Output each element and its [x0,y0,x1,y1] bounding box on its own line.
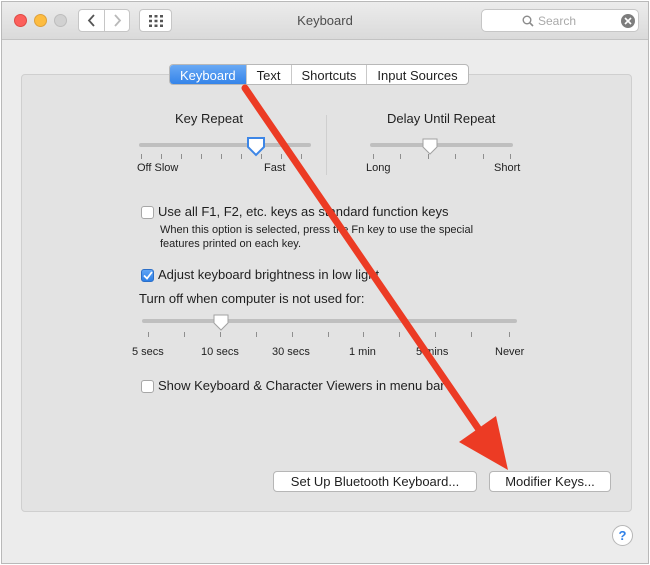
tab-text[interactable]: Text [247,65,292,84]
delay-knob[interactable] [421,137,439,156]
brightness-label[interactable]: Adjust keyboard brightness in low light [158,267,379,282]
turn-off-label: Turn off when computer is not used for: [139,291,365,306]
tick [328,332,329,337]
tick [161,154,162,159]
tab-bar: Keyboard Text Shortcuts Input Sources [169,64,469,85]
tick [301,154,302,159]
delay-track [370,143,513,147]
tick [483,154,484,159]
tick [148,332,149,337]
tick [400,154,401,159]
tab-keyboard[interactable]: Keyboard [170,65,247,84]
brightness-checkbox[interactable] [141,269,154,282]
preferences-window: Keyboard Keyboard Text Shortcuts Input S… [1,1,649,564]
stop-label: 5 mins [416,346,449,358]
key-repeat-max-label: Fast [264,162,286,174]
tick [510,154,511,159]
tick [241,154,242,159]
fn-keys-checkbox[interactable] [141,206,154,219]
search-icon [522,15,534,27]
search-field[interactable] [481,9,639,32]
tab-input-sources[interactable]: Input Sources [367,65,467,84]
tick [181,154,182,159]
tick [509,332,510,337]
tick [363,332,364,337]
key-repeat-min-label: Off Slow [137,162,179,174]
tick [435,332,436,337]
viewers-label[interactable]: Show Keyboard & Character Viewers in men… [158,378,445,393]
help-button[interactable]: ? [612,525,633,546]
tick [281,154,282,159]
search-input[interactable] [538,13,618,28]
tick [201,154,202,159]
tab-shortcuts[interactable]: Shortcuts [292,65,368,84]
titlebar: Keyboard [2,2,648,40]
tick [455,154,456,159]
delay-min-label: Long [366,162,391,174]
tick [292,332,293,337]
turn-off-knob[interactable] [212,313,230,332]
fn-keys-label[interactable]: Use all F1, F2, etc. keys as standard fu… [158,204,448,219]
bluetooth-keyboard-button[interactable]: Set Up Bluetooth Keyboard... [273,471,477,492]
viewers-checkbox[interactable] [141,380,154,393]
stop-label: Never [495,346,525,358]
divider [326,115,327,175]
delay-max-label: Short [494,162,521,174]
tick [471,332,472,337]
tick [373,154,374,159]
tick [256,332,257,337]
clear-search-button[interactable] [621,14,635,28]
checkmark-icon [142,271,153,280]
delay-until-repeat-title: Delay Until Repeat [387,111,496,126]
fn-keys-description-1: When this option is selected, press the … [160,224,474,236]
stop-label: 10 secs [201,346,239,358]
tick [221,154,222,159]
modifier-keys-button[interactable]: Modifier Keys... [489,471,611,492]
stop-label: 1 min [349,346,376,358]
key-repeat-title: Key Repeat [175,111,243,126]
tick [184,332,185,337]
clear-icon [624,17,632,25]
key-repeat-track [139,143,311,147]
turn-off-track [142,319,517,323]
tick [141,154,142,159]
fn-keys-description-2: features printed on each key. [160,238,302,250]
tick [220,332,221,337]
tick [399,332,400,337]
stop-label: 30 secs [272,346,310,358]
stop-label: 5 secs [132,346,164,358]
key-repeat-knob[interactable] [246,136,266,157]
